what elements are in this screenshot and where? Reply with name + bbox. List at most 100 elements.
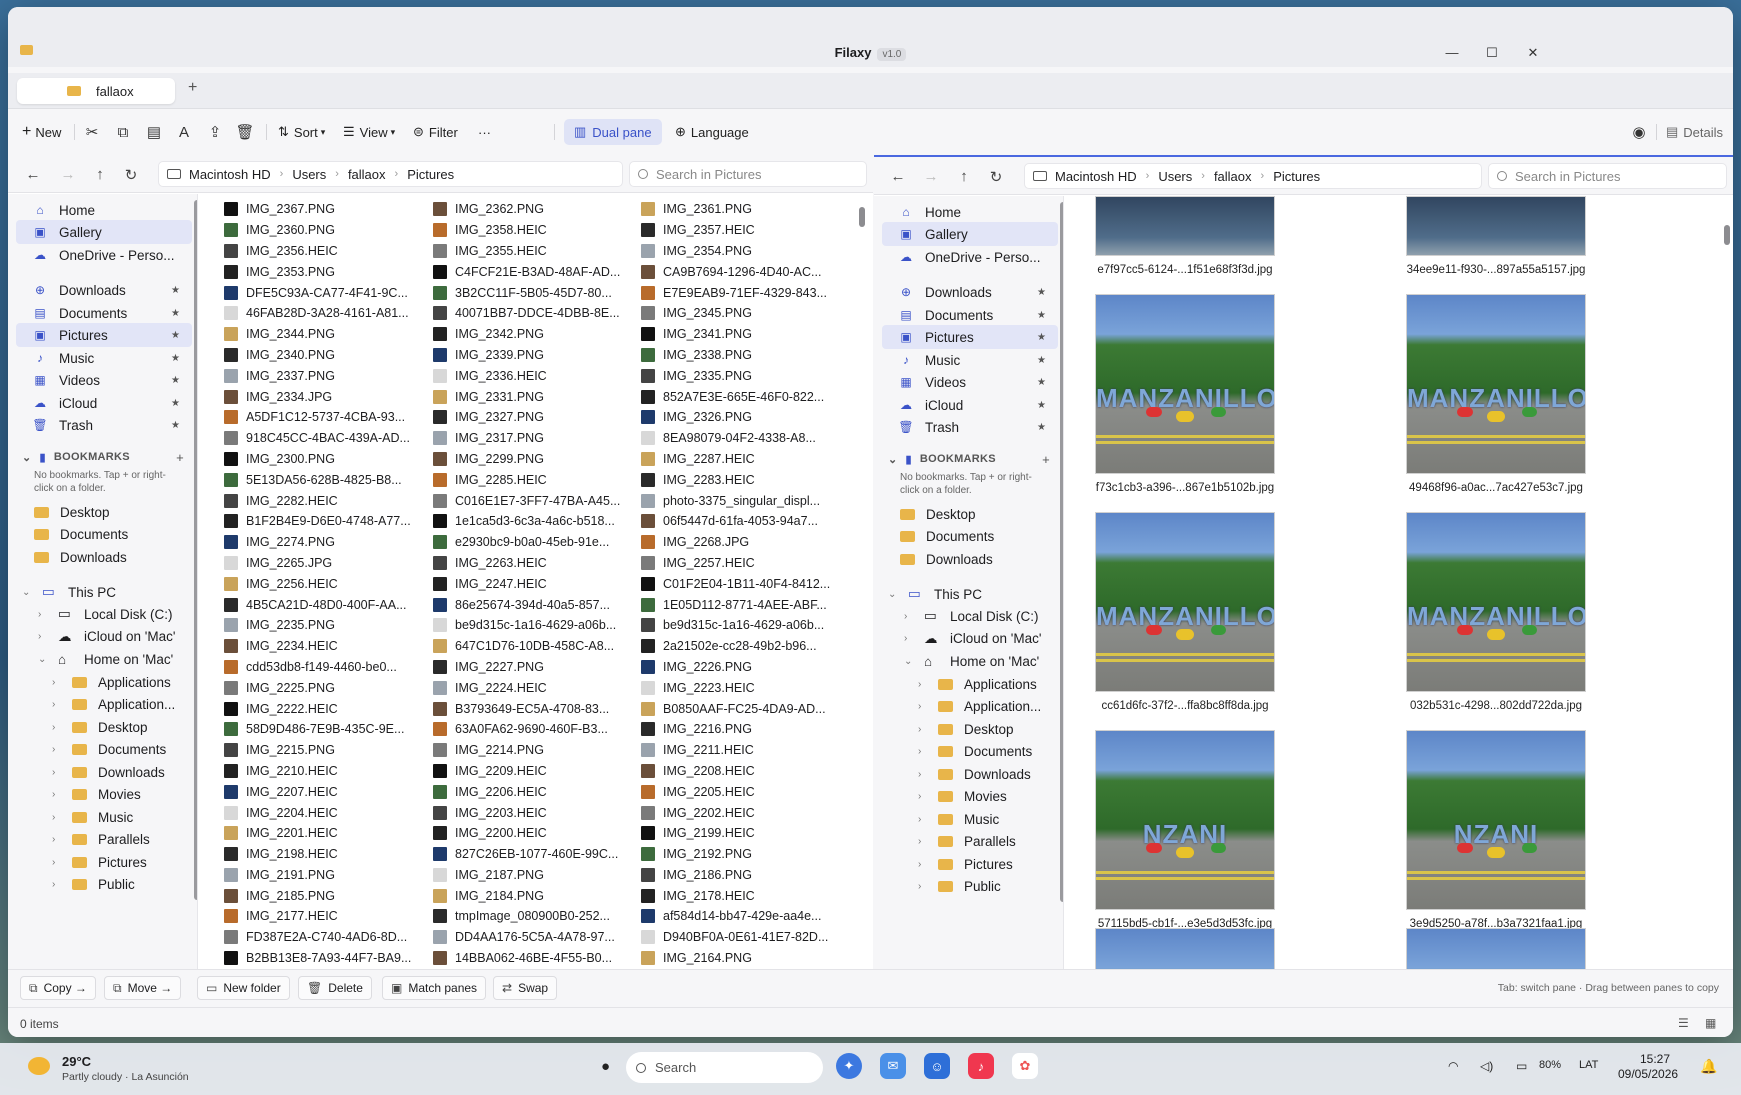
file-item[interactable]: tmpImage_080900B0-252... bbox=[433, 906, 633, 927]
gallery-item[interactable] bbox=[1085, 928, 1285, 971]
chevron-down-icon[interactable]: ⌄ bbox=[22, 587, 32, 598]
gallery-item[interactable] bbox=[1396, 928, 1596, 971]
chevron-right-icon[interactable]: › bbox=[38, 631, 48, 642]
pin-star-icon[interactable]: ★ bbox=[171, 398, 180, 409]
crumb-item[interactable]: Pictures bbox=[407, 167, 454, 182]
wifi-icon[interactable]: ◠ bbox=[1448, 1059, 1458, 1073]
file-item[interactable]: IMG_2326.PNG bbox=[641, 407, 841, 428]
bookmarks-header[interactable]: ⌄ ▮ BOOKMARKS + bbox=[888, 449, 1058, 469]
list-view-icon[interactable]: ☰ bbox=[1678, 1016, 1689, 1030]
file-item[interactable]: IMG_2340.PNG bbox=[224, 345, 424, 366]
file-item[interactable]: 3B2CC11F-5B05-45D7-80... bbox=[433, 282, 633, 303]
search-input[interactable]: Search in Pictures bbox=[1488, 163, 1727, 189]
sidebar-item[interactable]: ▤ Documents ★ bbox=[16, 301, 192, 325]
file-item[interactable]: IMG_2336.HEIC bbox=[433, 365, 633, 386]
file-item[interactable]: 647C1D76-10DB-458C-A8... bbox=[433, 636, 633, 657]
file-item[interactable]: 58D9D486-7E9B-435C-9E... bbox=[224, 719, 424, 740]
file-list-scrollbar[interactable] bbox=[859, 207, 865, 227]
file-item[interactable]: IMG_2203.HEIC bbox=[433, 802, 633, 823]
pin-star-icon[interactable]: ★ bbox=[1037, 400, 1046, 411]
chevron-right-icon[interactable]: › bbox=[52, 767, 62, 778]
maximize-button[interactable]: ☐ bbox=[1482, 45, 1502, 61]
dual-pane-button[interactable]: ▥ Dual pane bbox=[564, 119, 662, 145]
file-item[interactable]: IMG_2299.PNG bbox=[433, 449, 633, 470]
close-button[interactable]: ✕ bbox=[1523, 45, 1543, 61]
chevron-right-icon[interactable]: › bbox=[918, 836, 928, 847]
file-item[interactable]: IMG_2224.HEIC bbox=[433, 677, 633, 698]
crumb-item[interactable]: fallaox bbox=[348, 167, 386, 182]
home-folder-item[interactable]: › Applications bbox=[918, 672, 1037, 696]
file-item[interactable]: IMG_2210.HEIC bbox=[224, 761, 424, 782]
new-tab-button[interactable]: + bbox=[188, 79, 197, 97]
home-folder-item[interactable]: › Desktop bbox=[918, 717, 1014, 741]
home-folder-item[interactable]: › Parallels bbox=[918, 830, 1016, 854]
sidebar-item[interactable]: ♪ Music ★ bbox=[882, 348, 1058, 372]
file-item[interactable]: IMG_2202.HEIC bbox=[641, 802, 841, 823]
forward-arrow-icon[interactable]: → bbox=[921, 168, 941, 185]
file-item[interactable]: IMG_2187.PNG bbox=[433, 865, 633, 886]
chevron-right-icon[interactable]: › bbox=[918, 814, 928, 825]
sidebar-item[interactable]: ▣ Pictures ★ bbox=[882, 325, 1058, 349]
file-item[interactable]: IMG_2265.JPG bbox=[224, 553, 424, 574]
bookmark-item[interactable]: Documents bbox=[34, 523, 128, 547]
up-arrow-icon[interactable]: ↑ bbox=[90, 166, 110, 183]
add-bookmark-button[interactable]: + bbox=[176, 450, 184, 465]
file-item[interactable]: 46FAB28D-3A28-4161-A81... bbox=[224, 303, 424, 324]
file-item[interactable]: af584d14-bb47-429e-aa4e... bbox=[641, 906, 841, 927]
file-item[interactable]: IMG_2256.HEIC bbox=[224, 573, 424, 594]
file-item[interactable]: IMG_2209.HEIC bbox=[433, 761, 633, 782]
file-item[interactable]: IMG_2235.PNG bbox=[224, 615, 424, 636]
tab-fallaox[interactable]: fallaox bbox=[17, 78, 175, 104]
home-folder-item[interactable]: › Pictures bbox=[52, 850, 147, 874]
more-button[interactable]: ··· bbox=[478, 120, 491, 144]
copy-icon[interactable]: ⧉ bbox=[112, 120, 134, 144]
file-item[interactable]: be9d315c-1a16-4629-a06b... bbox=[641, 615, 841, 636]
home-folder-item[interactable]: › Public bbox=[52, 873, 135, 897]
chevron-right-icon[interactable]: › bbox=[52, 789, 62, 800]
crumb-item[interactable]: Pictures bbox=[1273, 169, 1320, 184]
sidebar-scrollbar[interactable] bbox=[1060, 202, 1063, 902]
home-folder-item[interactable]: › Music bbox=[52, 805, 133, 829]
file-item[interactable]: IMG_2361.PNG bbox=[641, 199, 841, 220]
cut-icon[interactable]: ✂ bbox=[81, 120, 103, 144]
home-folder-item[interactable]: › Downloads bbox=[918, 762, 1031, 786]
file-item[interactable]: C016E1E7-3FF7-47BA-A45... bbox=[433, 490, 633, 511]
pin-star-icon[interactable]: ★ bbox=[171, 375, 180, 386]
gallery-item[interactable]: MANZANILLO 49468f96-a0ac...7ac427e53c7.jp… bbox=[1396, 294, 1596, 494]
chevron-right-icon[interactable]: › bbox=[918, 881, 928, 892]
refresh-icon[interactable]: ↻ bbox=[121, 166, 141, 184]
sidebar-item[interactable]: ▦ Videos ★ bbox=[16, 368, 192, 392]
file-item[interactable]: 827C26EB-1077-460E-99C... bbox=[433, 844, 633, 865]
notification-bell-icon[interactable]: 🔔 bbox=[1700, 1058, 1717, 1075]
chevron-right-icon[interactable]: › bbox=[918, 724, 928, 735]
sidebar-item[interactable]: ☁ OneDrive - Perso... bbox=[882, 245, 1058, 269]
this-pc-item[interactable]: ⌄ ▭ This PC bbox=[22, 580, 116, 604]
chevron-right-icon[interactable]: › bbox=[52, 677, 62, 688]
file-item[interactable]: IMG_2327.PNG bbox=[433, 407, 633, 428]
file-item[interactable]: IMG_2211.HEIC bbox=[641, 740, 841, 761]
file-item[interactable]: IMG_2226.PNG bbox=[641, 657, 841, 678]
file-item[interactable]: IMG_2225.PNG bbox=[224, 677, 424, 698]
home-folder-item[interactable]: › Parallels bbox=[52, 828, 150, 852]
file-item[interactable]: IMG_2257.HEIC bbox=[641, 553, 841, 574]
pin-star-icon[interactable]: ★ bbox=[171, 285, 180, 296]
file-item[interactable]: IMG_2222.HEIC bbox=[224, 698, 424, 719]
delete-icon[interactable]: 🗑 bbox=[234, 120, 256, 144]
copy-to-pane-button[interactable]: ⧉ Copy → bbox=[20, 976, 96, 1000]
chevron-right-icon[interactable]: › bbox=[52, 834, 62, 845]
back-arrow-icon[interactable]: ← bbox=[888, 168, 908, 185]
mail-icon[interactable]: ✉ bbox=[880, 1053, 906, 1079]
file-item[interactable]: IMG_2362.PNG bbox=[433, 199, 633, 220]
input-language[interactable]: LAT bbox=[1579, 1059, 1598, 1071]
home-folder-item[interactable]: › Documents bbox=[918, 740, 1032, 764]
add-bookmark-button[interactable]: + bbox=[1042, 452, 1050, 467]
delete-button[interactable]: 🗑 Delete bbox=[298, 976, 372, 1000]
home-folder-item[interactable]: › Applications bbox=[52, 670, 171, 694]
file-item[interactable]: IMG_2185.PNG bbox=[224, 885, 424, 906]
file-item[interactable]: IMG_2355.HEIC bbox=[433, 241, 633, 262]
home-folder-item[interactable]: › Music bbox=[918, 807, 999, 831]
chevron-right-icon[interactable]: › bbox=[52, 812, 62, 823]
pin-star-icon[interactable]: ★ bbox=[1037, 310, 1046, 321]
file-item[interactable]: IMG_2207.HEIC bbox=[224, 781, 424, 802]
file-item[interactable]: IMG_2177.HEIC bbox=[224, 906, 424, 927]
